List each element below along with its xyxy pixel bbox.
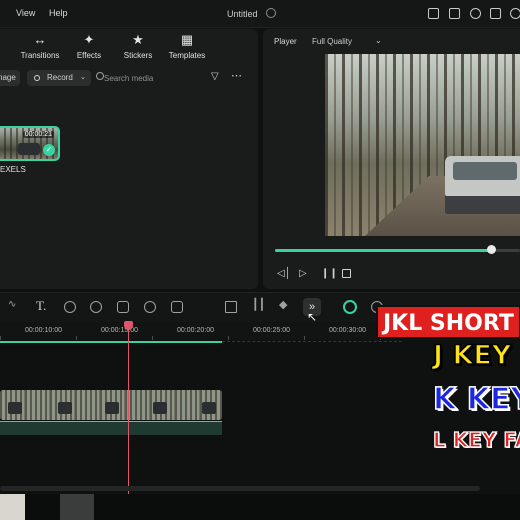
timeline-audio-bar[interactable] [0, 421, 222, 435]
import-image-button[interactable]: nage [0, 70, 20, 86]
clip-thumbnail-car [18, 143, 40, 155]
notification-icon[interactable] [510, 8, 520, 19]
stop-icon[interactable] [342, 269, 351, 278]
menu-view[interactable]: View [16, 8, 35, 18]
search-input[interactable] [104, 71, 199, 85]
color-icon[interactable] [90, 301, 102, 313]
playback-progress-handle[interactable] [487, 245, 496, 254]
filter-icon[interactable]: ▽ [211, 71, 219, 82]
playhead-handle[interactable] [124, 321, 133, 330]
text-tool-icon[interactable]: T. [36, 298, 46, 314]
more-options-icon[interactable]: ⋯ [231, 69, 242, 82]
menu-bar: View Help Untitled [0, 0, 520, 28]
tab-label: Templates [168, 51, 206, 60]
playback-progress-fill [275, 249, 491, 252]
ruler-tick [228, 336, 229, 340]
video-preview [325, 54, 520, 236]
timeline-video-clip[interactable] [0, 390, 222, 420]
overlay-k-key: K KEY [432, 381, 520, 418]
record-button[interactable]: Record ⌄ [27, 70, 91, 86]
bottom-thumbnail [60, 494, 94, 520]
overlay-l-key: L KEY FA [432, 427, 520, 452]
audio-wave-icon[interactable]: ┃┃ [252, 298, 265, 311]
cloud-upload-icon[interactable] [470, 8, 481, 19]
tab-label: Effects [76, 51, 102, 60]
split-audio-icon[interactable]: ∿ [8, 299, 20, 311]
gift-icon[interactable] [490, 8, 501, 19]
tab-label: Transitions [20, 51, 60, 60]
ruler-tick [304, 336, 305, 340]
overlay-j-key: J KEY [432, 339, 512, 372]
ruler-tick [0, 336, 1, 340]
menu-help[interactable]: Help [49, 8, 68, 18]
clip-duration: 00:00:21 [22, 131, 54, 138]
filmstrip-car [153, 402, 167, 414]
filmstrip-car [8, 402, 22, 414]
tick-label: 00:00:30:00 [329, 327, 366, 334]
save-icon[interactable] [449, 8, 460, 19]
render-bar [0, 341, 222, 343]
tab-templates[interactable]: ▦ Templates [159, 32, 215, 62]
templates-icon: ▦ [180, 32, 194, 47]
filmstrip-car [105, 402, 119, 414]
crop-icon[interactable] [171, 301, 183, 313]
record-icon [34, 75, 40, 81]
clip-label: EXELS [0, 165, 26, 174]
tab-effects[interactable]: ✦ Effects [61, 32, 117, 62]
ai-tool-icon[interactable] [343, 300, 357, 314]
chevron-down-icon: ⌄ [80, 74, 86, 81]
jeep-windshield [453, 162, 517, 180]
pause-icon[interactable]: ❙❙ [321, 269, 338, 279]
window-title: Untitled [227, 9, 258, 19]
speed-icon[interactable] [64, 301, 76, 313]
filmstrip-car [202, 402, 216, 414]
saved-status-icon [266, 8, 276, 18]
stabilize-icon[interactable] [117, 301, 129, 313]
tab-transitions[interactable]: ↔ Transitions [12, 32, 68, 62]
ruler-tick [152, 336, 153, 340]
player-label: Player [274, 37, 297, 46]
keyframe-icon[interactable]: ◆ [279, 298, 291, 311]
adjust-icon[interactable] [225, 301, 237, 313]
overlay-title: JKL SHORT [376, 305, 520, 339]
filmstrip-car [58, 402, 72, 414]
tick-label: 00:00:25:00 [253, 327, 290, 334]
timer-icon[interactable] [144, 301, 156, 313]
tick-label: 00:00:10:00 [25, 327, 62, 334]
stickers-icon: ★ [132, 32, 144, 47]
tick-label: 00:00:20:00 [177, 327, 214, 334]
ruler-tick [76, 336, 77, 340]
transitions-icon: ↔ [33, 32, 47, 47]
effects-icon: ✦ [83, 32, 95, 47]
chevron-down-icon[interactable]: ⌄ [375, 36, 382, 45]
previous-frame-icon[interactable]: ◁│ [277, 269, 291, 279]
checkmark-icon: ✓ [43, 144, 55, 156]
timeline-scrollbar[interactable] [0, 486, 480, 491]
empty-render-bar [222, 341, 402, 342]
tab-label: Stickers [123, 51, 153, 60]
quality-select[interactable]: Full Quality [312, 37, 352, 46]
record-label: Record [47, 73, 73, 82]
tab-stickers[interactable]: ★ Stickers [110, 32, 166, 62]
next-frame-icon[interactable]: ▷ [299, 269, 307, 279]
media-clip-thumbnail[interactable]: 00:00:21 ✓ [0, 126, 60, 161]
search-icon [96, 72, 104, 80]
tick-label: 00:00:15:00 [101, 327, 138, 334]
playhead-line[interactable] [128, 324, 129, 494]
layout-icon[interactable] [428, 8, 439, 19]
bottom-thumbnail [0, 494, 25, 520]
